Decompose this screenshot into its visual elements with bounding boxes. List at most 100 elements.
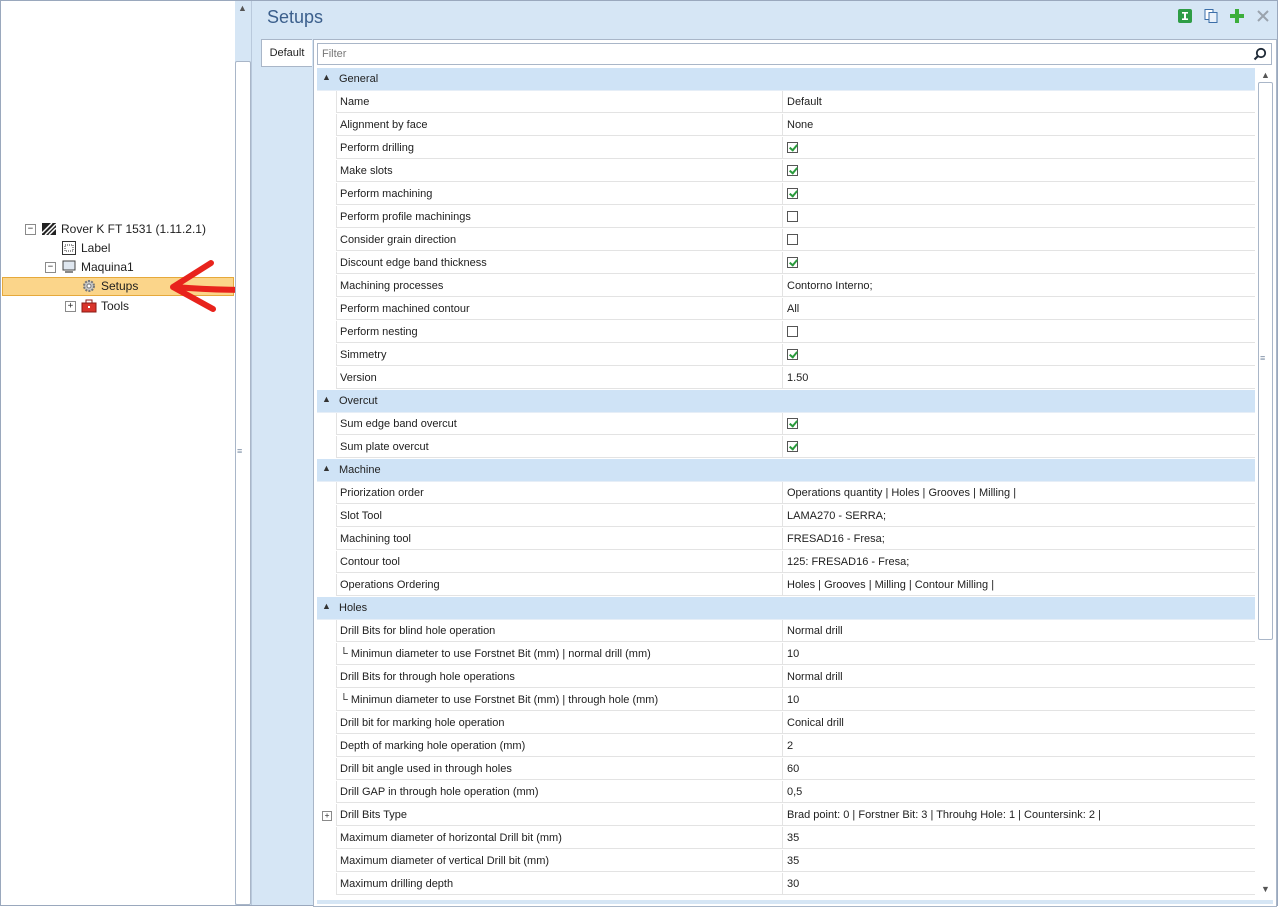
scroll-down-icon[interactable]: ▼ [1261,884,1270,894]
collapse-chevron-icon[interactable]: ▲ [322,601,331,611]
category-header[interactable]: ▲ Machine [317,459,1255,482]
property-row[interactable]: Depth of marking hole operation (mm) 2 [317,735,1255,758]
category-header[interactable]: ▲ Overcut [317,390,1255,413]
checkbox-checked[interactable] [787,441,798,452]
property-row[interactable]: Simmetry [317,344,1255,367]
checkbox-checked[interactable] [787,349,798,360]
property-row[interactable]: Contour tool 125: FRESAD16 - Fresa; [317,551,1255,574]
property-value[interactable]: FRESAD16 - Fresa; [783,528,1255,550]
property-value[interactable]: Normal drill [783,620,1255,642]
expand-icon[interactable]: + [322,811,332,821]
property-row[interactable]: Alignment by face None [317,114,1255,137]
property-value[interactable]: Holes | Grooves | Milling | Contour Mill… [783,574,1255,596]
property-value[interactable]: None [783,114,1255,136]
property-row[interactable]: Perform machined contour All [317,298,1255,321]
row-gutter [317,114,336,137]
expand-icon[interactable]: + [65,301,76,312]
category-header[interactable]: ▲ Holes [317,597,1255,620]
scroll-thumb[interactable] [235,61,251,905]
property-row[interactable]: Priorization order Operations quantity | … [317,482,1255,505]
copy-icon[interactable] [1203,8,1219,24]
checkbox-unchecked[interactable] [787,211,798,222]
property-value[interactable]: 30 [783,873,1255,895]
property-row[interactable]: Discount edge band thickness [317,252,1255,275]
property-value[interactable]: 1.50 [783,367,1255,389]
property-name: └ Minimun diameter to use Forstnet Bit (… [336,643,783,665]
property-value[interactable]: Brad point: 0 | Forstner Bit: 3 | Throuh… [783,804,1255,826]
property-value[interactable]: Operations quantity | Holes | Grooves | … [783,482,1255,504]
checkbox-checked[interactable] [787,188,798,199]
info-icon[interactable] [1177,8,1193,24]
property-row[interactable]: Sum plate overcut [317,436,1255,459]
label-icon [62,241,76,255]
property-value[interactable]: 35 [783,827,1255,849]
property-row[interactable]: Drill bit angle used in through holes 60 [317,758,1255,781]
tab-default[interactable]: Default [261,39,312,67]
add-icon[interactable] [1229,8,1245,24]
property-value[interactable]: 60 [783,758,1255,780]
property-row[interactable]: Make slots [317,160,1255,183]
property-value-checkbox-cell [783,321,1255,343]
search-icon[interactable] [1253,47,1267,61]
property-row[interactable]: Slot Tool LAMA270 - SERRA; [317,505,1255,528]
row-gutter [317,482,336,505]
property-row[interactable]: Maximum diameter of horizontal Drill bit… [317,827,1255,850]
property-row[interactable]: Machining tool FRESAD16 - Fresa; [317,528,1255,551]
collapse-chevron-icon[interactable]: ▲ [322,72,331,82]
property-value[interactable]: 10 [783,689,1255,711]
scroll-up-icon[interactable]: ▲ [1261,70,1270,80]
grid-scrollbar[interactable]: ▲ ≡ ▼ [1257,68,1273,898]
property-row[interactable]: Version 1.50 [317,367,1255,390]
filter-input[interactable]: Filter [317,43,1272,65]
property-value[interactable]: 35 [783,850,1255,872]
property-value-checkbox-cell [783,436,1255,458]
property-row[interactable]: └ Minimun diameter to use Forstnet Bit (… [317,689,1255,712]
collapse-icon[interactable]: − [25,224,36,235]
collapse-chevron-icon[interactable]: ▲ [322,463,331,473]
machine-stripes-icon [41,222,57,236]
property-value-checkbox-cell [783,229,1255,251]
checkbox-checked[interactable] [787,142,798,153]
tree-scrollbar[interactable]: ▲ ≡ [235,1,251,905]
property-value[interactable]: 0,5 [783,781,1255,803]
collapse-chevron-icon[interactable]: ▲ [322,394,331,404]
collapse-icon[interactable]: − [45,262,56,273]
checkbox-unchecked[interactable] [787,234,798,245]
property-row[interactable]: Maximum drilling depth 30 [317,873,1255,896]
property-row[interactable]: Maximum diameter of vertical Drill bit (… [317,850,1255,873]
property-row[interactable]: Sum edge band overcut [317,413,1255,436]
property-row[interactable]: Operations Ordering Holes | Grooves | Mil… [317,574,1255,597]
property-value[interactable]: Contorno Interno; [783,275,1255,297]
property-row[interactable]: Drill Bits for blind hole operation Norma… [317,620,1255,643]
close-icon[interactable] [1255,8,1271,24]
property-row[interactable]: Perform machining [317,183,1255,206]
property-row[interactable]: + Drill Bits Type Brad point: 0 | Forstner… [317,804,1255,827]
property-value[interactable]: All [783,298,1255,320]
property-value[interactable]: Conical drill [783,712,1255,734]
property-row[interactable]: Perform drilling [317,137,1255,160]
checkbox-unchecked[interactable] [787,326,798,337]
property-row[interactable]: Drill GAP in through hole operation (mm)… [317,781,1255,804]
checkbox-checked[interactable] [787,257,798,268]
property-row[interactable]: Drill Bits for through hole operations No… [317,666,1255,689]
property-value[interactable]: Default [783,91,1255,113]
checkbox-checked[interactable] [787,418,798,429]
row-gutter [317,298,336,321]
property-row[interactable]: Drill bit for marking hole operation Coni… [317,712,1255,735]
property-row[interactable]: └ Minimun diameter to use Forstnet Bit (… [317,643,1255,666]
property-value[interactable]: Normal drill [783,666,1255,688]
property-row[interactable]: Perform profile machinings [317,206,1255,229]
property-value[interactable]: 2 [783,735,1255,757]
property-row[interactable]: Consider grain direction [317,229,1255,252]
category-header[interactable]: ▲ General [317,68,1255,91]
scroll-up-icon[interactable]: ▲ [238,3,247,13]
horizontal-splitter[interactable] [317,900,1273,904]
row-gutter [317,850,336,873]
property-row[interactable]: Machining processes Contorno Interno; [317,275,1255,298]
property-value[interactable]: LAMA270 - SERRA; [783,505,1255,527]
property-row[interactable]: Name Default [317,91,1255,114]
checkbox-checked[interactable] [787,165,798,176]
property-value[interactable]: 125: FRESAD16 - Fresa; [783,551,1255,573]
property-value[interactable]: 10 [783,643,1255,665]
property-row[interactable]: Perform nesting [317,321,1255,344]
